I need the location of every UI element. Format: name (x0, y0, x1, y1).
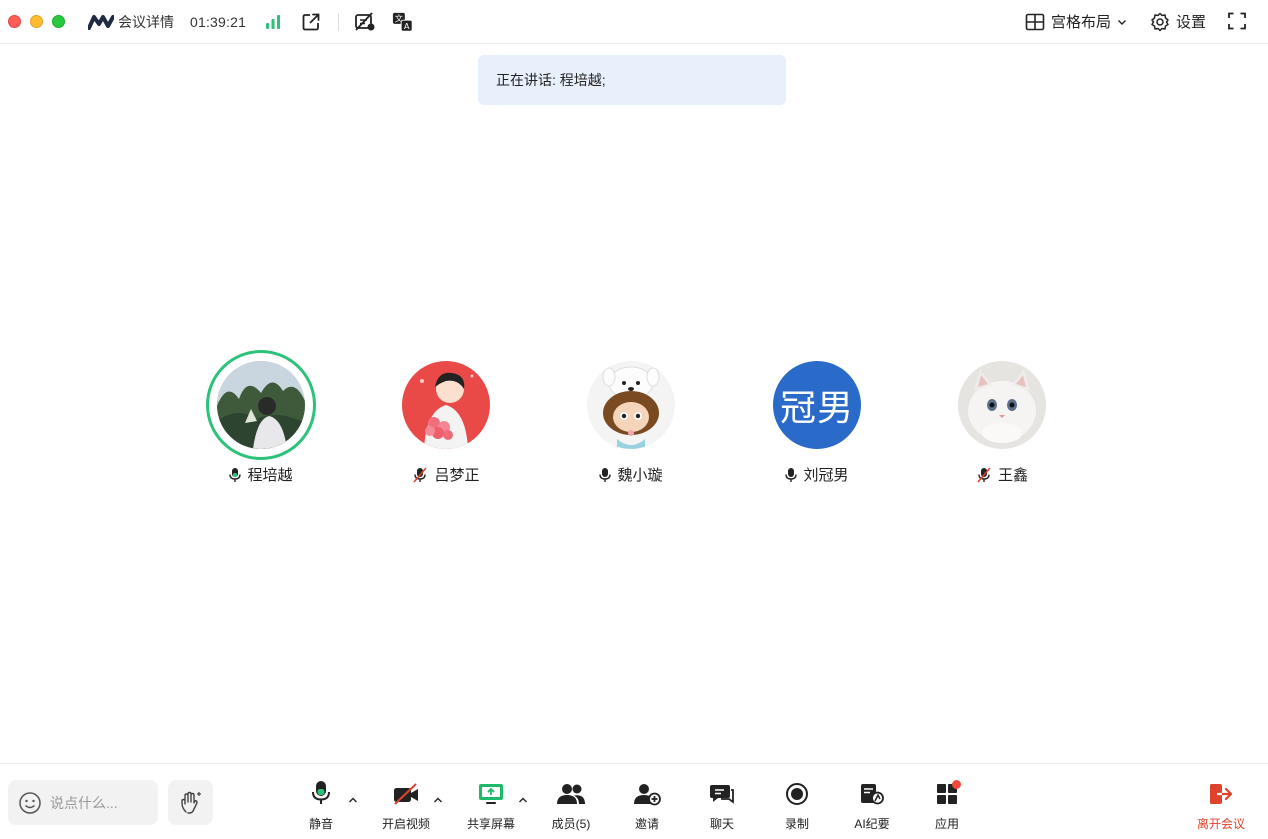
grid-layout-icon (1025, 13, 1045, 30)
settings-button[interactable]: 设置 (1150, 11, 1206, 32)
share-options-caret[interactable] (517, 794, 529, 806)
participant-name: 魏小璇 (617, 467, 663, 484)
add-user-icon (634, 784, 661, 806)
gear-icon (1151, 12, 1169, 31)
chevron-up-icon (349, 797, 357, 803)
leave-meeting-button[interactable]: 离开会议 (1191, 778, 1251, 832)
ai-notes-icon (861, 784, 884, 805)
participant-name-row: 刘冠男 (785, 464, 849, 485)
mute-button[interactable]: 静音 (291, 778, 351, 832)
record-icon (786, 783, 808, 805)
caption-off-icon[interactable] (354, 11, 376, 33)
record-label: 录制 (784, 817, 809, 831)
fullscreen-button[interactable] (1227, 11, 1247, 36)
chat-label: 聊天 (709, 817, 734, 831)
participant-name: 吕梦正 (434, 467, 480, 484)
title-bar: 会议详情 01:39:21 文 A 宫格布局 设置 (0, 0, 1268, 44)
avatar (958, 361, 1046, 449)
video-options-caret[interactable] (432, 794, 444, 806)
participant-tile[interactable]: 程培越 (191, 350, 331, 485)
minimize-window-button[interactable] (30, 15, 43, 28)
network-signal-icon[interactable] (262, 11, 284, 33)
window-controls (8, 15, 65, 28)
microphone-icon (229, 467, 242, 482)
ai-summary-button[interactable]: AI纪要 (842, 778, 902, 832)
avatar (217, 361, 305, 449)
share-screen-button[interactable]: 共享屏幕 (461, 778, 521, 832)
audio-options-caret[interactable] (347, 794, 359, 806)
raise-hand-button[interactable] (168, 780, 213, 825)
avatar-frame (947, 350, 1057, 460)
close-window-button[interactable] (8, 15, 21, 28)
share-screen-icon (479, 784, 503, 804)
microphone-icon (312, 781, 330, 804)
invite-button[interactable]: 邀请 (617, 778, 677, 832)
start-video-label: 开启视频 (381, 817, 430, 831)
avatar-frame: 冠男 (762, 350, 872, 460)
layout-label: 宫格布局 (1051, 14, 1112, 31)
share-screen-label: 共享屏幕 (466, 817, 515, 831)
apps-button[interactable]: 应用 (917, 778, 977, 832)
avatar-frame (391, 350, 501, 460)
popout-icon[interactable] (300, 11, 322, 33)
microphone-icon (599, 467, 612, 482)
avatar (402, 361, 490, 449)
meeting-timer: 01:39:21 (190, 13, 247, 30)
video-off-icon (394, 783, 418, 805)
invite-label: 邀请 (634, 817, 659, 831)
chevron-down-icon (1118, 19, 1127, 25)
quick-chat-input[interactable] (50, 794, 150, 811)
raise-hand-icon (180, 791, 201, 814)
chat-button[interactable]: 聊天 (692, 778, 752, 832)
meeting-details-label: 会议详情 (118, 13, 174, 30)
start-video-button[interactable]: 开启视频 (376, 778, 436, 832)
chevron-up-icon (434, 797, 442, 803)
speaking-text: 正在讲话: 程培越; (496, 72, 606, 88)
chevron-up-icon (519, 797, 527, 803)
participant-name: 刘冠男 (803, 467, 849, 484)
microphone-icon (785, 467, 798, 482)
emoji-icon[interactable] (18, 791, 42, 815)
ai-summary-label: AI纪要 (854, 817, 890, 831)
meeting-details-button[interactable]: 会议详情 (88, 12, 174, 32)
participant-name-row: 程培越 (229, 464, 293, 485)
titlebar-divider (338, 12, 340, 31)
svg-text:A: A (404, 20, 410, 30)
translate-icon[interactable]: 文 A (392, 11, 414, 33)
participant-name-row: 吕梦正 (412, 464, 480, 485)
meeting-toolbar: 静音 开启视频 共享屏幕 (0, 763, 1268, 839)
mute-label: 静音 (308, 817, 333, 831)
settings-label: 设置 (1176, 14, 1207, 31)
layout-dropdown[interactable]: 宫格布局 (1025, 11, 1127, 32)
quick-chat-box[interactable] (8, 780, 158, 825)
record-button[interactable]: 录制 (767, 778, 827, 832)
participant-tile[interactable]: 吕梦正 (376, 350, 516, 485)
participant-name: 程培越 (247, 467, 293, 484)
avatar-frame (576, 350, 686, 460)
members-label: 成员(5) (551, 817, 591, 831)
speaking-ring (206, 350, 316, 460)
participant-name-row: 王鑫 (976, 464, 1028, 485)
chat-icon (710, 785, 734, 804)
exit-icon (1210, 784, 1233, 804)
members-icon (557, 784, 585, 804)
maximize-window-button[interactable] (52, 15, 65, 28)
notification-dot (952, 780, 961, 789)
participant-name: 王鑫 (997, 467, 1028, 484)
speaking-indicator: 正在讲话: 程培越; (478, 55, 786, 105)
fullscreen-icon (1228, 12, 1246, 30)
avatar-initials: 冠男 (773, 361, 861, 449)
mic-muted-icon (977, 466, 991, 483)
participant-tile[interactable]: 冠男 刘冠男 (747, 350, 887, 485)
participant-tile[interactable]: 魏小璇 (561, 350, 701, 485)
app-logo-icon (88, 14, 114, 30)
mic-muted-icon (413, 466, 428, 483)
participant-tile[interactable]: 王鑫 (932, 350, 1072, 485)
avatar (587, 361, 675, 449)
participant-name-row: 魏小璇 (599, 464, 663, 485)
leave-meeting-label: 离开会议 (1196, 817, 1245, 831)
members-button[interactable]: 成员(5) (541, 778, 601, 832)
apps-label: 应用 (934, 817, 959, 831)
